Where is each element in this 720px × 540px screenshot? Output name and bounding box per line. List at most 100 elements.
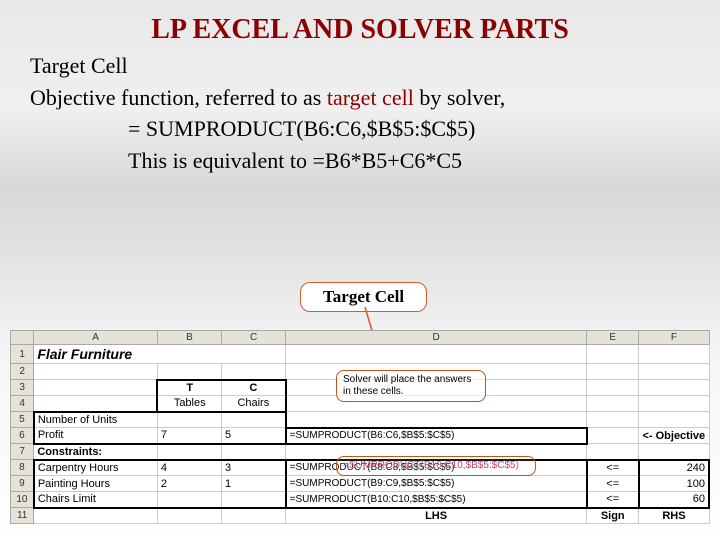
cell[interactable]: 5	[222, 428, 286, 444]
spreadsheet-table: A B C D E F 1 Flair Furniture 2 3 T C 4	[10, 330, 710, 524]
cell[interactable]: <=	[587, 476, 639, 492]
spreadsheet: A B C D E F 1 Flair Furniture 2 3 T C 4	[10, 330, 710, 524]
cell[interactable]: 2	[157, 476, 221, 492]
cell[interactable]	[639, 444, 709, 460]
cell[interactable]: Tables	[157, 396, 221, 412]
cell[interactable]: Flair Furniture	[34, 345, 286, 364]
col-header[interactable]: E	[587, 331, 639, 345]
cell[interactable]	[286, 345, 587, 364]
cell[interactable]: =SUMPRODUCT(B9:C9,$B$5:$C$5)	[286, 476, 587, 492]
cell[interactable]	[587, 380, 639, 396]
row-header[interactable]: 1	[11, 345, 34, 364]
row-6: 6 Profit 7 5 =SUMPRODUCT(B6:C6,$B$5:$C$5…	[11, 428, 710, 444]
text-line-1: Target Cell	[30, 52, 700, 80]
cell[interactable]: Carpentry Hours	[34, 460, 158, 476]
col-header[interactable]: F	[639, 331, 709, 345]
cell[interactable]	[222, 412, 286, 428]
cell[interactable]: RHS	[639, 508, 709, 524]
cell[interactable]	[587, 364, 639, 380]
cell[interactable]	[286, 364, 587, 380]
cell[interactable]	[157, 444, 221, 460]
col-header[interactable]: A	[34, 331, 158, 345]
text-line-3: = SUMPRODUCT(B6:C6,$B$5:$C$5)	[128, 115, 700, 143]
cell[interactable]: Painting Hours	[34, 476, 158, 492]
row-10: 10 Chairs Limit =SUMPRODUCT(B10:C10,$B$5…	[11, 492, 710, 508]
target-cell-callout: Target Cell	[300, 282, 427, 312]
cell[interactable]: 7	[157, 428, 221, 444]
cell[interactable]: 240	[639, 460, 709, 476]
cell[interactable]	[286, 396, 587, 412]
row-4: 4 Tables Chairs	[11, 396, 710, 412]
cell[interactable]	[587, 345, 639, 364]
cell[interactable]	[286, 444, 587, 460]
cell[interactable]	[157, 508, 221, 524]
cell[interactable]	[157, 492, 221, 508]
row-header[interactable]: 10	[11, 492, 34, 508]
row-1: 1 Flair Furniture	[11, 345, 710, 364]
cell[interactable]	[222, 364, 286, 380]
row-header[interactable]: 5	[11, 412, 34, 428]
cell[interactable]: =SUMPRODUCT(B8:C8,$B$5:$C$5)	[286, 460, 587, 476]
cell[interactable]: <=	[587, 492, 639, 508]
corner-cell[interactable]	[11, 331, 34, 345]
col-header[interactable]: C	[222, 331, 286, 345]
cell[interactable]	[157, 364, 221, 380]
cell[interactable]: Constraints:	[34, 444, 158, 460]
cell[interactable]: <=	[587, 460, 639, 476]
cell[interactable]: 3	[222, 460, 286, 476]
cell[interactable]	[639, 412, 709, 428]
cell[interactable]: Profit	[34, 428, 158, 444]
cell[interactable]: LHS	[286, 508, 587, 524]
row-8: 8 Carpentry Hours 4 3 =SUMPRODUCT(B8:C8,…	[11, 460, 710, 476]
text-line-2: Objective function, referred to as targe…	[30, 84, 700, 112]
cell[interactable]	[639, 380, 709, 396]
row-header[interactable]: 11	[11, 508, 34, 524]
cell[interactable]	[587, 396, 639, 412]
cell[interactable]	[286, 412, 587, 428]
cell[interactable]	[34, 364, 158, 380]
cell[interactable]	[222, 508, 286, 524]
cell[interactable]: Chairs Limit	[34, 492, 158, 508]
cell-target[interactable]: =SUMPRODUCT(B6:C6,$B$5:$C$5)	[286, 428, 587, 444]
cell[interactable]	[222, 492, 286, 508]
row-7: 7 Constraints:	[11, 444, 710, 460]
row-header[interactable]: 7	[11, 444, 34, 460]
cell[interactable]: 100	[639, 476, 709, 492]
row-5: 5 Number of Units	[11, 412, 710, 428]
row-header[interactable]: 2	[11, 364, 34, 380]
cell[interactable]: Sign	[587, 508, 639, 524]
cell[interactable]	[34, 396, 158, 412]
cell[interactable]	[639, 345, 709, 364]
col-header-row: A B C D E F	[11, 331, 710, 345]
cell[interactable]	[157, 412, 221, 428]
cell[interactable]	[286, 380, 587, 396]
row-header[interactable]: 6	[11, 428, 34, 444]
row-2: 2	[11, 364, 710, 380]
row-9: 9 Painting Hours 2 1 =SUMPRODUCT(B9:C9,$…	[11, 476, 710, 492]
cell[interactable]	[587, 412, 639, 428]
cell[interactable]: 4	[157, 460, 221, 476]
row-11: 11 LHS Sign RHS	[11, 508, 710, 524]
cell[interactable]	[639, 396, 709, 412]
cell[interactable]: C	[222, 380, 286, 396]
cell[interactable]	[587, 444, 639, 460]
cell[interactable]: 1	[222, 476, 286, 492]
cell[interactable]: 60	[639, 492, 709, 508]
row-header[interactable]: 3	[11, 380, 34, 396]
cell[interactable]	[222, 444, 286, 460]
col-header[interactable]: B	[157, 331, 221, 345]
slide-title: LP EXCEL AND SOLVER PARTS	[20, 14, 700, 46]
row-header[interactable]: 9	[11, 476, 34, 492]
cell[interactable]: <- Objective	[639, 428, 709, 444]
cell[interactable]	[639, 364, 709, 380]
cell[interactable]: =SUMPRODUCT(B10:C10,$B$5:$C$5)	[286, 492, 587, 508]
cell[interactable]	[34, 380, 158, 396]
row-header[interactable]: 4	[11, 396, 34, 412]
row-header[interactable]: 8	[11, 460, 34, 476]
col-header[interactable]: D	[286, 331, 587, 345]
cell[interactable]: Chairs	[222, 396, 286, 412]
cell[interactable]: T	[157, 380, 221, 396]
cell[interactable]: Number of Units	[34, 412, 158, 428]
cell[interactable]	[34, 508, 158, 524]
cell[interactable]	[587, 428, 639, 444]
